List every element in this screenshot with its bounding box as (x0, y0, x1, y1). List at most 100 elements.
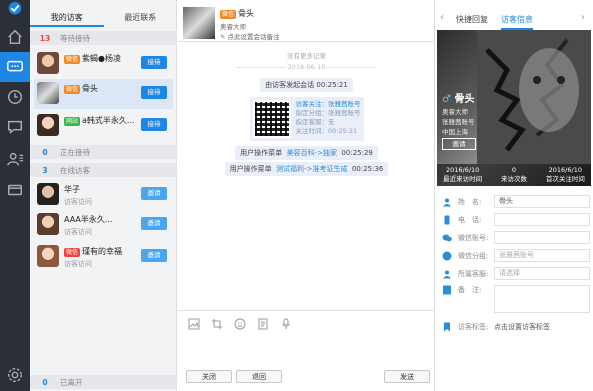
card-icon[interactable] (0, 175, 30, 205)
list-tabs: 我的访客 最近联系 (30, 9, 177, 27)
waiting-label: 等待接待 (60, 33, 90, 43)
phone-icon (444, 215, 450, 224)
op-link[interactable]: 测试福利->准考证生成 (276, 165, 347, 173)
channel-tag: 微信 (64, 55, 81, 64)
group-serving[interactable]: 0 正在接待 (30, 145, 177, 159)
group-select[interactable]: 张雅茜账号 (494, 249, 590, 262)
accept-button[interactable]: 接待 (141, 86, 167, 99)
male-icon: ♂ (442, 94, 455, 105)
name-input[interactable]: 骨头 (494, 195, 590, 208)
tab-recent-contacts[interactable]: 最近联系 (104, 9, 178, 27)
field-wechat: 微信账号: (442, 231, 590, 244)
service-select[interactable]: 请选择 (494, 267, 590, 280)
logo-icon (0, 0, 30, 20)
chevron-left-icon[interactable]: ‹ (440, 12, 444, 23)
group-waiting[interactable]: 13 等待接待 (30, 31, 177, 45)
user-icon (443, 198, 451, 206)
tag-setter[interactable]: 点击设置访客标签 (494, 322, 550, 332)
no-more-records: 没有更多记录 (287, 52, 326, 60)
image-icon[interactable] (188, 318, 200, 330)
visitor-name-text: 瑾有的幸福 (82, 247, 123, 256)
file-icon[interactable] (257, 318, 269, 330)
field-service: 所属客服: 请选择 (442, 267, 590, 280)
profile-photo (477, 30, 591, 164)
chat-visitor-name: 微信 骨头 (220, 8, 254, 19)
contacts-icon[interactable] (0, 144, 30, 174)
chat-icon[interactable] (0, 52, 30, 82)
message-icon[interactable] (0, 112, 30, 142)
list-item[interactable]: 微信 骨头 接待 (34, 79, 173, 109)
online-count: 3 (42, 165, 48, 175)
note-icon (443, 285, 451, 295)
settings-icon[interactable] (0, 360, 30, 390)
card-line: 关注时间：00:25:21 (295, 127, 358, 135)
field-name: 姓 名: 骨头 (442, 195, 590, 208)
visitor-status: 访客访问 (64, 198, 92, 206)
bookmark-icon (444, 322, 450, 331)
note-input[interactable] (494, 285, 590, 313)
home-icon[interactable] (0, 22, 30, 52)
wechat-icon (442, 234, 452, 241)
list-item[interactable]: 微信 瑾有的幸福 访客访问 邀请 (34, 242, 173, 272)
follow-card: 访客关注：张雅茜账号 指定分组：张雅茜账号 指定客服：无 关注时间：00:25:… (178, 97, 435, 141)
invite-button[interactable]: 邀请 (442, 138, 476, 150)
waiting-count: 13 (39, 33, 51, 43)
profile-location: 中国上海 (442, 128, 468, 136)
visit-stats: 2016/6/10 最近来访时间 0 来访次数 2016/6/10 首次关注时间 (437, 164, 591, 186)
profile-name-text: 骨头 (454, 94, 475, 105)
visitor-name-text: a韩式半永久... (82, 116, 135, 125)
field-group: 微信分组: 张雅茜账号 (442, 249, 590, 262)
crop-icon[interactable] (211, 318, 223, 330)
wechat-input[interactable] (494, 231, 590, 244)
divider (178, 310, 435, 311)
chat-header: 微信 骨头 奥睿大师 ✎ 点此设置会话备注 (178, 0, 435, 42)
invite-button[interactable]: 邀请 (141, 187, 167, 200)
list-item[interactable]: AAA半永久... 访客访问 邀请 (34, 210, 173, 240)
invite-button[interactable]: 邀请 (141, 249, 167, 262)
stat-value: 2016/6/10 (548, 166, 582, 174)
chat-name-text: 骨头 (238, 9, 255, 18)
group-icon (442, 251, 452, 260)
list-item[interactable]: 华子 访客访问 邀请 (34, 180, 173, 210)
remark-text: 点此设置会话备注 (227, 33, 280, 41)
visitor-name: 微信 骨头 (64, 83, 98, 94)
send-button[interactable]: 发送 (384, 370, 430, 383)
accept-button[interactable]: 接待 (141, 118, 167, 131)
card-line: 访客关注：张雅茜账号 (295, 100, 361, 108)
op-label: 用户操作菜单 (240, 149, 283, 157)
main-nav (0, 0, 30, 391)
visitor-profile-card: ♂ 骨头 奥睿大师 张雅茜账号 中国上海 邀请 2016/6/10 最近来访时间 … (437, 30, 591, 186)
tab-visitor-info[interactable]: 访客信息 (501, 14, 533, 30)
return-button[interactable]: 退回 (236, 370, 282, 383)
sys-time: 00:25:21 (316, 81, 348, 89)
list-item[interactable]: 网站 a韩式半永久... 接待 (34, 111, 173, 141)
group-online[interactable]: 3 在线访客 (30, 163, 177, 177)
emoji-icon[interactable] (234, 318, 246, 330)
group-left[interactable]: 0 已离开 (30, 375, 177, 389)
close-button[interactable]: 关闭 (186, 370, 232, 383)
info-tabs: ‹ 快捷回复 访客信息 › (436, 9, 593, 30)
field-label: 姓 名: (458, 197, 482, 206)
invite-button[interactable]: 邀请 (141, 217, 167, 230)
date-text: 2018-06-10 (287, 63, 326, 71)
visitor-name-text: 骨头 (82, 84, 99, 93)
list-item[interactable]: 微信 紫蝎●杨凌 接待 (34, 49, 173, 79)
sys-text: 由访客发起会话 (265, 81, 315, 89)
accept-button[interactable]: 接待 (141, 56, 167, 69)
op-link[interactable]: 美容百科->独家 (287, 149, 337, 157)
history-icon[interactable] (0, 82, 30, 112)
operation-message: 用户操作菜单 美容百科->独家 00:25:29 (178, 146, 435, 160)
chevron-right-icon[interactable]: › (581, 12, 585, 23)
channel-tag: 微信 (64, 85, 81, 94)
mic-icon[interactable] (280, 318, 292, 330)
date-divider: 2018-06-10 (178, 63, 435, 71)
channel-tag: 网站 (64, 117, 81, 126)
phone-input[interactable] (494, 213, 590, 226)
session-remark[interactable]: ✎ 点此设置会话备注 (220, 31, 280, 41)
tab-quick-reply[interactable]: 快捷回复 (456, 14, 488, 25)
avatar (183, 7, 215, 39)
channel-tag: 微信 (64, 248, 81, 257)
tab-my-visitors[interactable]: 我的访客 (30, 9, 104, 27)
field-label: 备 注: (458, 286, 482, 294)
avatar (37, 82, 59, 104)
